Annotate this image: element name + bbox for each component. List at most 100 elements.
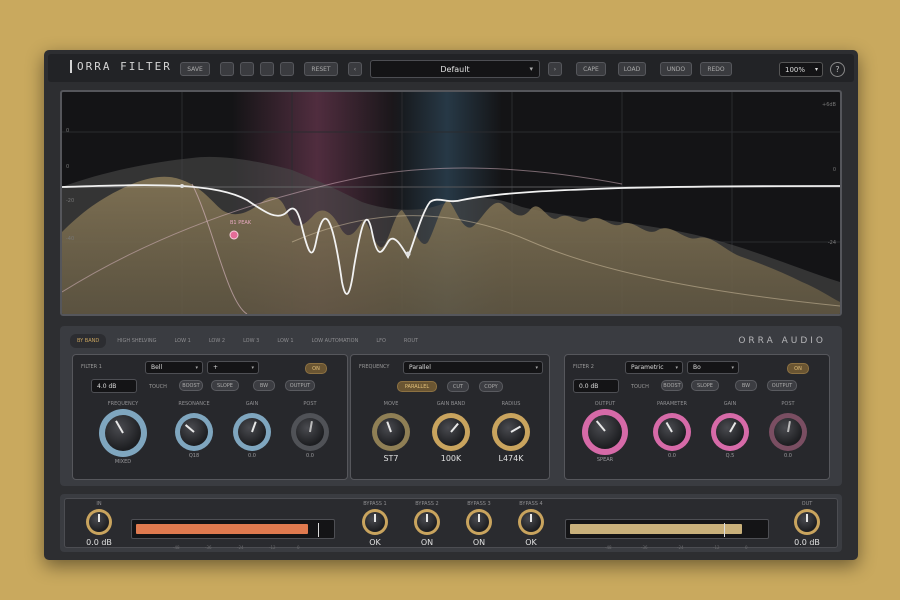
tab-low-1b[interactable]: LOW 1 — [270, 334, 300, 348]
save-button[interactable]: SAVE — [180, 62, 210, 76]
output-button[interactable]: OUTPUT — [285, 380, 315, 391]
meter-peak-mark-right — [724, 523, 725, 537]
tab-low-3[interactable]: LOW 3 — [236, 334, 266, 348]
tab-rout[interactable]: ROUT — [397, 334, 425, 348]
filter-module-1: FILTER 1 Bell ▾ + ▾ ON 4.0 dB TOUCH BOOST … — [72, 354, 348, 480]
header-tool-button-2[interactable] — [240, 62, 254, 76]
header-tool-button-1[interactable] — [220, 62, 234, 76]
post-knob-2[interactable]: POST 0.0 — [763, 401, 813, 459]
parallel-button[interactable]: PARALLEL — [397, 381, 437, 392]
radius-knob[interactable]: RADIUS L474K — [485, 401, 537, 463]
input-gain-knob[interactable]: IN 0.0 dB — [79, 501, 119, 547]
header-bar: ORRA FILTER SAVE RESET ‹ Default ▾ › CAP… — [48, 54, 854, 82]
resonance-knob[interactable]: RESONANCE Q18 — [169, 401, 219, 459]
meter-fill-left — [136, 524, 309, 534]
y-label-left-2: -20 — [66, 198, 75, 204]
band-node-label: B1 PEAK — [230, 220, 252, 226]
filter-type-select-2[interactable]: Parametric ▾ — [625, 361, 683, 374]
load-button[interactable]: LOAD — [618, 62, 646, 76]
output-button-2[interactable]: OUTPUT — [767, 380, 797, 391]
chevron-down-icon: ▾ — [251, 364, 254, 371]
filter-mode-select-2[interactable]: Bo ▾ — [687, 361, 739, 374]
eq-graph-display[interactable]: 0 0 -20 -40 +6dB 0 -24 B1 PEAK — [60, 90, 842, 316]
routing-select[interactable]: Parallel ▾ — [403, 361, 543, 374]
bypass-2-knob[interactable]: BYPASS 2 ON — [405, 501, 449, 547]
gain-field-2[interactable]: 0.0 dB — [573, 379, 619, 393]
tab-by-band[interactable]: BY BAND — [70, 334, 107, 348]
chevron-down-icon: ▾ — [195, 364, 198, 371]
frequency-knob[interactable]: FREQUENCY MIXED — [95, 401, 151, 465]
y-label-right-2: -24 — [827, 240, 836, 246]
output-knob[interactable]: OUTPUT SPEAR — [577, 401, 633, 463]
tab-high-shelving[interactable]: HIGH SHELVING — [110, 334, 163, 348]
move-knob[interactable]: MOVE ST7 — [365, 401, 417, 463]
preset-selector[interactable]: Default ▾ — [370, 60, 540, 78]
header-tool-button-3[interactable] — [260, 62, 274, 76]
knob-ring — [99, 409, 147, 457]
filter-module-3: FILTER 2 Parametric ▾ Bo ▾ ON 0.0 dB TOUCH… — [564, 354, 830, 480]
brand-logo: ORRA AUDIO — [738, 336, 826, 346]
post-knob[interactable]: POST 0.0 — [285, 401, 335, 459]
undo-button[interactable]: UNDO — [660, 62, 692, 76]
gain-knob-2[interactable]: GAIN Q.5 — [705, 401, 755, 459]
header-tool-button-4[interactable] — [280, 62, 294, 76]
slope-button-2[interactable]: SLOPE — [691, 380, 719, 391]
output-level-meter — [565, 519, 769, 539]
filter-module-2: FREQUENCY Parallel ▾ PARALLEL CUT COPY MO… — [350, 354, 550, 480]
touch-label: TOUCH — [149, 384, 167, 390]
master-section: IN 0.0 dB -48 -36 -24 -12 0 BYPASS 1 OK … — [60, 494, 842, 552]
bypass-4-knob[interactable]: BYPASS 4 OK — [509, 501, 553, 547]
gain-knob[interactable]: GAIN 0.0 — [227, 401, 277, 459]
bypass-3-knob[interactable]: BYPASS 3 ON — [457, 501, 501, 547]
module-name: FREQUENCY — [359, 364, 390, 370]
filter-type-select[interactable]: Bell ▾ — [145, 361, 203, 374]
boost-button-2[interactable]: BOOST — [661, 380, 683, 391]
slope-button[interactable]: SLOPE — [211, 380, 239, 391]
cape-button[interactable]: CAPE — [576, 62, 606, 76]
gain-band-knob[interactable]: GAIN BAND 100K — [425, 401, 477, 463]
module-power-button[interactable]: ON — [305, 363, 327, 374]
y-label-left-0: 0 — [66, 128, 70, 134]
zoom-value: 100% — [785, 65, 806, 74]
redo-button[interactable]: REDO — [700, 62, 732, 76]
tab-lfo[interactable]: LFO — [369, 334, 393, 348]
copy-button[interactable]: COPY — [479, 381, 503, 392]
gain-field[interactable]: 4.0 dB — [91, 379, 137, 393]
tab-bar: BY BAND HIGH SHELVING LOW 1 LOW 2 LOW 3 … — [70, 334, 425, 348]
tab-low-2[interactable]: LOW 2 — [202, 334, 232, 348]
band-node-1 — [229, 230, 239, 240]
preset-name: Default — [440, 64, 470, 74]
help-icon[interactable]: ? — [830, 62, 845, 77]
tab-low-automation[interactable]: LOW AUTOMATION — [305, 334, 366, 348]
zoom-selector[interactable]: 100% ▾ — [779, 62, 823, 77]
module-name: FILTER 2 — [573, 364, 594, 370]
meter-fill-right — [570, 524, 743, 534]
chevron-down-icon: ▾ — [731, 364, 734, 371]
y-label-left-1: 0 — [66, 164, 70, 170]
band-node-2 — [405, 251, 411, 257]
chevron-down-icon: ▾ — [814, 66, 818, 73]
bw-button-2[interactable]: BW — [735, 380, 757, 391]
bw-button[interactable]: BW — [253, 380, 275, 391]
output-gain-knob[interactable]: OUT 0.0 dB — [783, 501, 831, 547]
master-inner: IN 0.0 dB -48 -36 -24 -12 0 BYPASS 1 OK … — [64, 498, 838, 550]
parameter-knob[interactable]: PARAMETER 0.0 — [647, 401, 697, 459]
y-label-right-0: +6dB — [822, 102, 836, 108]
reset-button[interactable]: RESET — [304, 62, 338, 76]
band-node-3 — [180, 184, 184, 188]
next-preset-button[interactable]: › — [548, 62, 562, 76]
chevron-down-icon: ▾ — [535, 364, 538, 371]
tab-low-1[interactable]: LOW 1 — [168, 334, 198, 348]
y-label-right-1: 0 — [832, 167, 836, 173]
spectrum-svg — [62, 92, 840, 314]
boost-button[interactable]: BOOST — [179, 380, 203, 391]
prev-preset-button[interactable]: ‹ — [348, 62, 362, 76]
bypass-1-knob[interactable]: BYPASS 1 OK — [353, 501, 397, 547]
touch-label-2: TOUCH — [631, 384, 649, 390]
app-title: ORRA FILTER — [70, 60, 172, 73]
input-level-meter — [131, 519, 335, 539]
module-power-button-2[interactable]: ON — [787, 363, 809, 374]
plugin-window: ORRA FILTER SAVE RESET ‹ Default ▾ › CAP… — [44, 50, 858, 560]
cut-button[interactable]: CUT — [447, 381, 469, 392]
filter-mode-select[interactable]: + ▾ — [207, 361, 259, 374]
